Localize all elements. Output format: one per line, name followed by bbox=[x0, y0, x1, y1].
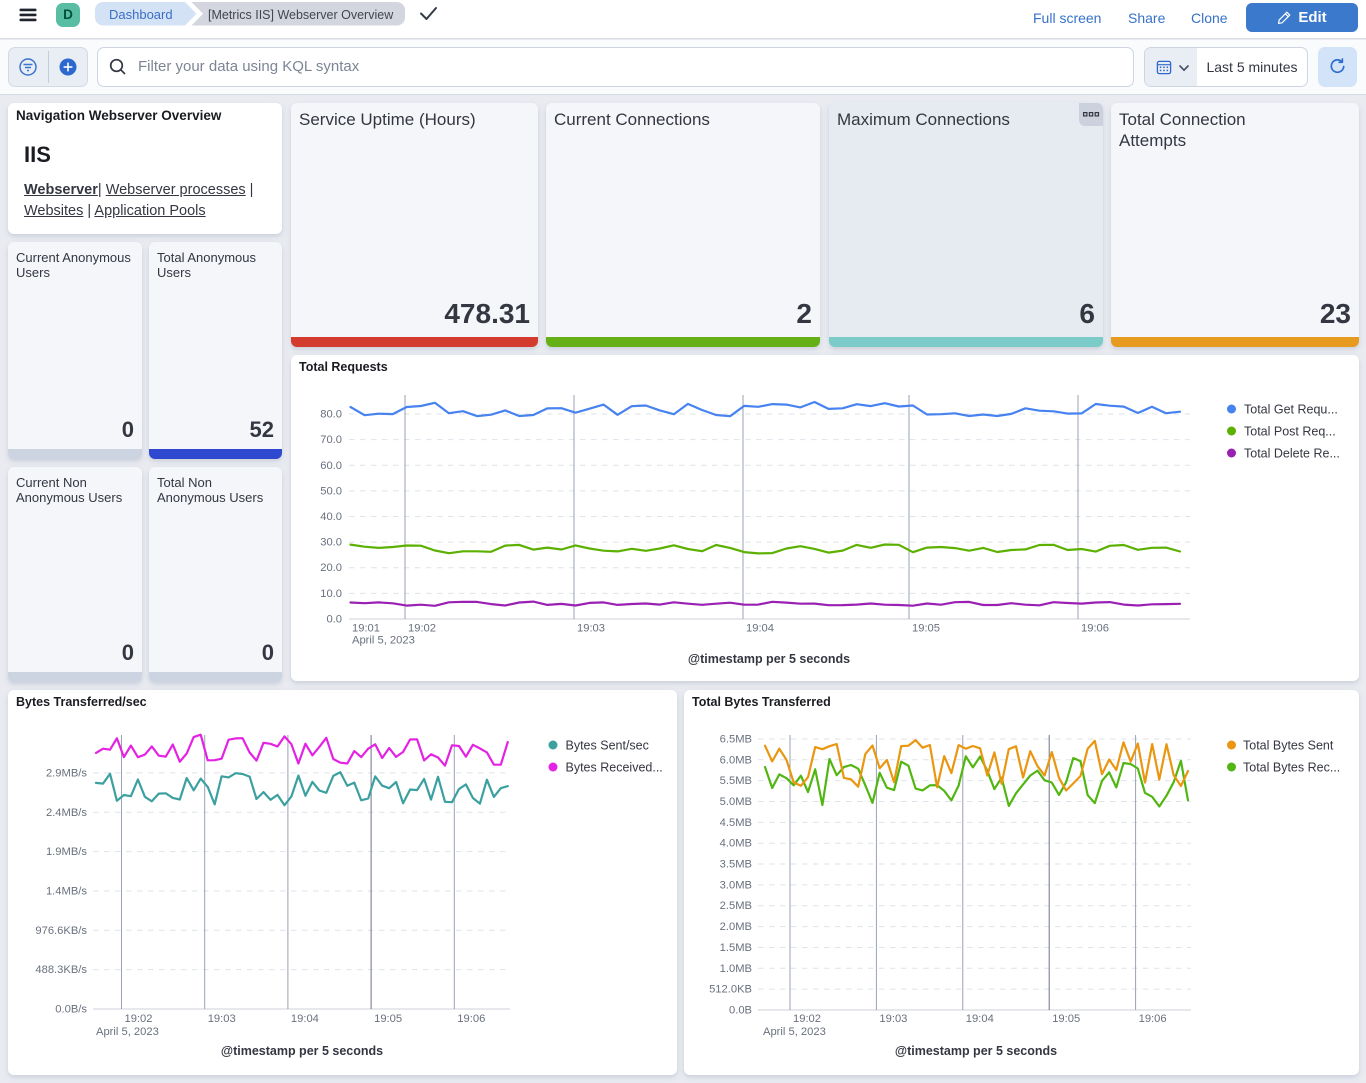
svg-text:Dashboard: Dashboard bbox=[109, 7, 173, 22]
svg-text:[Metrics IIS] Webserver Overvi: [Metrics IIS] Webserver Overview bbox=[208, 8, 394, 22]
